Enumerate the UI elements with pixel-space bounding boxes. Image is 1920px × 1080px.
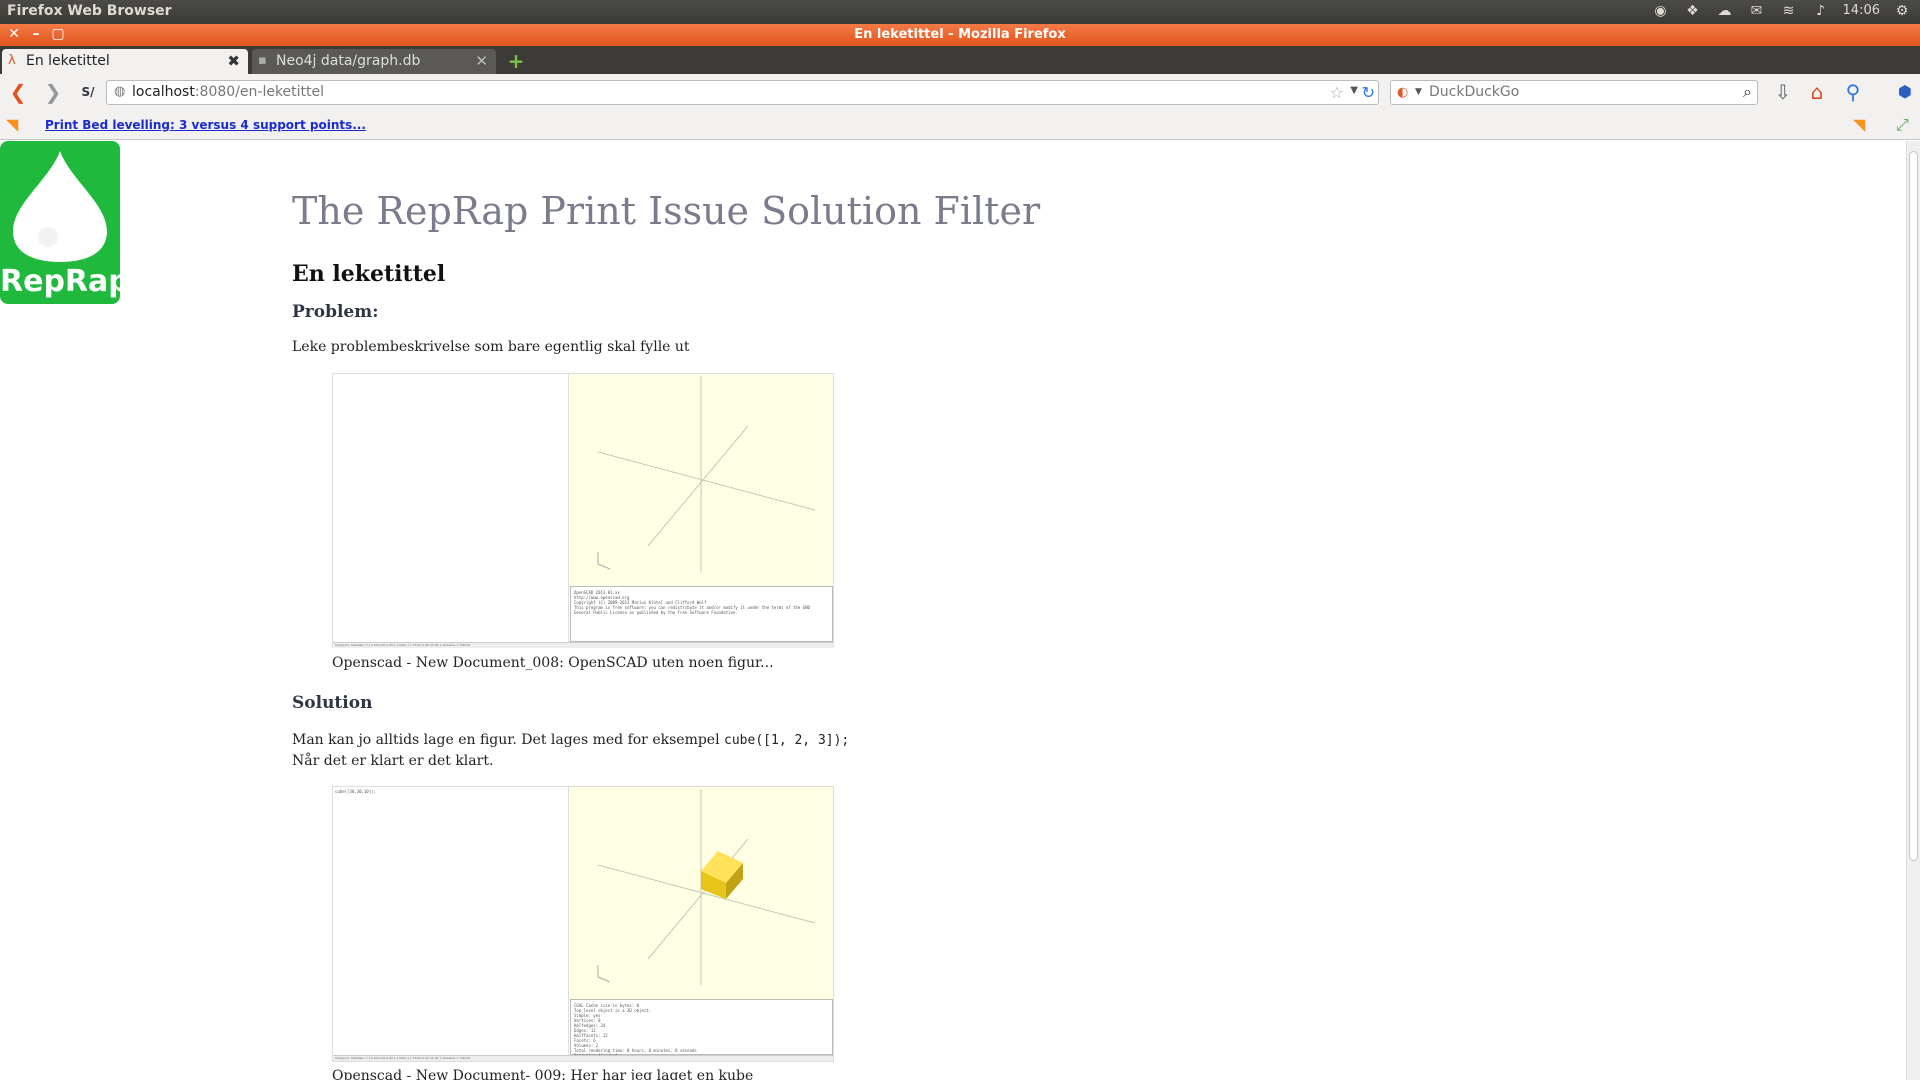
download-icon[interactable]: ⇩ <box>1770 79 1796 105</box>
settings-gear-icon[interactable]: ⚙ <box>1892 2 1912 20</box>
solution-description: Man kan jo alltids lage en figur. Det la… <box>292 730 992 772</box>
logo-text: RepRap <box>0 264 130 299</box>
reload-icon[interactable]: ↻ <box>1362 83 1375 102</box>
axes-drawing <box>597 376 816 572</box>
search-bar[interactable]: ◐ ▼ DuckDuckGo ⌕ <box>1390 80 1758 105</box>
editor-pane: cube([30,30,10]); <box>333 787 569 1055</box>
addon-menu-icon[interactable]: ⚲ <box>1840 79 1866 105</box>
editor-pane <box>333 374 569 642</box>
bookmark-print-bed-levelling[interactable]: Print Bed levelling: 3 versus 4 support … <box>45 118 366 132</box>
new-tab-plus-icon[interactable]: + <box>505 51 527 71</box>
site-identity-icon[interactable]: ◍ <box>114 84 128 99</box>
page-viewport: RepRap The RepRap Print Issue Solution F… <box>0 141 1920 1080</box>
back-arrow-icon[interactable]: ❮ <box>6 80 30 104</box>
identity-addon-icon[interactable]: S/ <box>76 80 100 104</box>
console-line: This program is free software; you can r… <box>574 605 811 615</box>
solution-text-part: Man kan jo alltids lage en figur. Det la… <box>292 732 725 748</box>
window-title-bar: ✕ – ▢ En leketittel - Mozilla Firefox <box>0 24 1920 46</box>
dropbox-icon[interactable]: ❖ <box>1683 2 1703 20</box>
url-path: :8080/en-leketittel <box>194 84 325 100</box>
viewport-status: Viewport: translate = [ 0.00 0.00 0.00 ]… <box>333 642 833 648</box>
problem-description: Leke problembeskrivelse som bare egentli… <box>292 339 690 355</box>
console-pane: CGAL Cache size in bytes: 0 Top level ob… <box>570 999 833 1058</box>
close-tab-icon[interactable]: ✖ <box>227 52 240 70</box>
navigation-toolbar: ❮ ❯ S/ ◍ localhost:8080/en-leketittel ☆ … <box>0 74 1920 110</box>
duckduckgo-engine-icon[interactable]: ◐ <box>1397 84 1415 102</box>
steam-icon[interactable]: ◉ <box>1651 2 1671 20</box>
3d-viewport <box>570 787 833 999</box>
solution-text-part: Når det er klart er det klart. <box>292 753 494 769</box>
url-host: localhost <box>132 84 195 100</box>
bookmarks-toolbar: ◥ Print Bed levelling: 3 versus 4 suppor… <box>0 110 1920 140</box>
lambda-favicon-icon: λ <box>8 53 16 68</box>
image-caption: Openscad - New Document_008: OpenSCAD ut… <box>332 655 774 671</box>
rss-subscribe-icon[interactable]: ◥ <box>1853 115 1865 134</box>
tab-en-leketittel[interactable]: λ En leketittel ✖ <box>2 49 248 74</box>
3d-viewport <box>570 374 833 586</box>
image-caption: Openscad - New Document- 009: Her har je… <box>332 1068 754 1080</box>
home-icon[interactable]: ⌂ <box>1804 79 1830 105</box>
bookmark-star-icon[interactable]: ☆ <box>1330 83 1344 102</box>
cube-render <box>597 789 816 985</box>
forward-arrow-icon[interactable]: ❯ <box>41 80 65 104</box>
tab-neo4j[interactable]: ▪ Neo4j data/graph.db ✕ <box>252 49 496 74</box>
vertical-scrollbar[interactable] <box>1906 141 1920 1080</box>
search-input[interactable]: DuckDuckGo <box>1429 84 1519 100</box>
fullscreen-icon[interactable]: ⤢ <box>1896 115 1909 135</box>
page-favicon-icon: ▪ <box>258 53 267 68</box>
viewport-status: Viewport: translate = [ 0.00 0.00 0.00 ]… <box>333 1055 833 1061</box>
addon-badge-icon[interactable]: ⬢ <box>1892 79 1918 105</box>
console-pane: OpenSCAD 2013.01.xx http://www.openscad.… <box>570 586 833 642</box>
cloud-icon[interactable]: ☁ <box>1715 2 1735 20</box>
window-title: En leketittel - Mozilla Firefox <box>854 27 1066 42</box>
engine-dropdown-icon[interactable]: ▼ <box>1415 87 1422 97</box>
url-bar[interactable]: ◍ localhost:8080/en-leketittel ☆ ▼ ↻ <box>106 80 1379 105</box>
tab-label: En leketittel <box>26 53 110 69</box>
scrollbar-thumb[interactable] <box>1909 151 1918 861</box>
wifi-icon[interactable]: ≋ <box>1779 2 1799 20</box>
active-app-name: Firefox Web Browser <box>7 3 172 19</box>
clock[interactable]: 14:06 <box>1843 2 1880 20</box>
problem-heading: Problem: <box>292 302 379 322</box>
volume-icon[interactable]: ♪ <box>1811 2 1831 20</box>
url-text[interactable]: localhost:8080/en-leketittel <box>132 84 324 100</box>
history-dropdown-icon[interactable]: ▼ <box>1350 85 1358 96</box>
openscad-screenshot-cube: cube([30,30,10]); CGAL Cache size in byt… <box>332 786 834 1062</box>
reprap-drop-logo-icon <box>13 151 107 262</box>
tab-label: Neo4j data/graph.db <box>276 53 421 69</box>
system-top-panel: Firefox Web Browser ◉ ❖ ☁ ✉ ≋ ♪ 14:06 ⚙ <box>0 0 1920 24</box>
reprap-logo[interactable]: RepRap <box>0 141 130 304</box>
solution-heading: Solution <box>292 693 373 713</box>
tab-strip: λ En leketittel ✖ ▪ Neo4j data/graph.db … <box>0 46 1920 74</box>
mail-icon[interactable]: ✉ <box>1747 2 1767 20</box>
openscad-screenshot-empty: OpenSCAD 2013.01.xx http://www.openscad.… <box>332 373 834 648</box>
page-title: En leketittel <box>292 261 446 287</box>
solution-code: cube([1, 2, 3]); <box>724 733 850 748</box>
indicator-area: ◉ ❖ ☁ ✉ ≋ ♪ 14:06 ⚙ <box>1651 2 1912 20</box>
search-icon[interactable]: ⌕ <box>1743 82 1752 102</box>
close-tab-icon[interactable]: ✕ <box>475 52 488 70</box>
rss-feed-icon[interactable]: ◥ <box>6 115 18 134</box>
site-title: The RepRap Print Issue Solution Filter <box>292 189 1041 233</box>
